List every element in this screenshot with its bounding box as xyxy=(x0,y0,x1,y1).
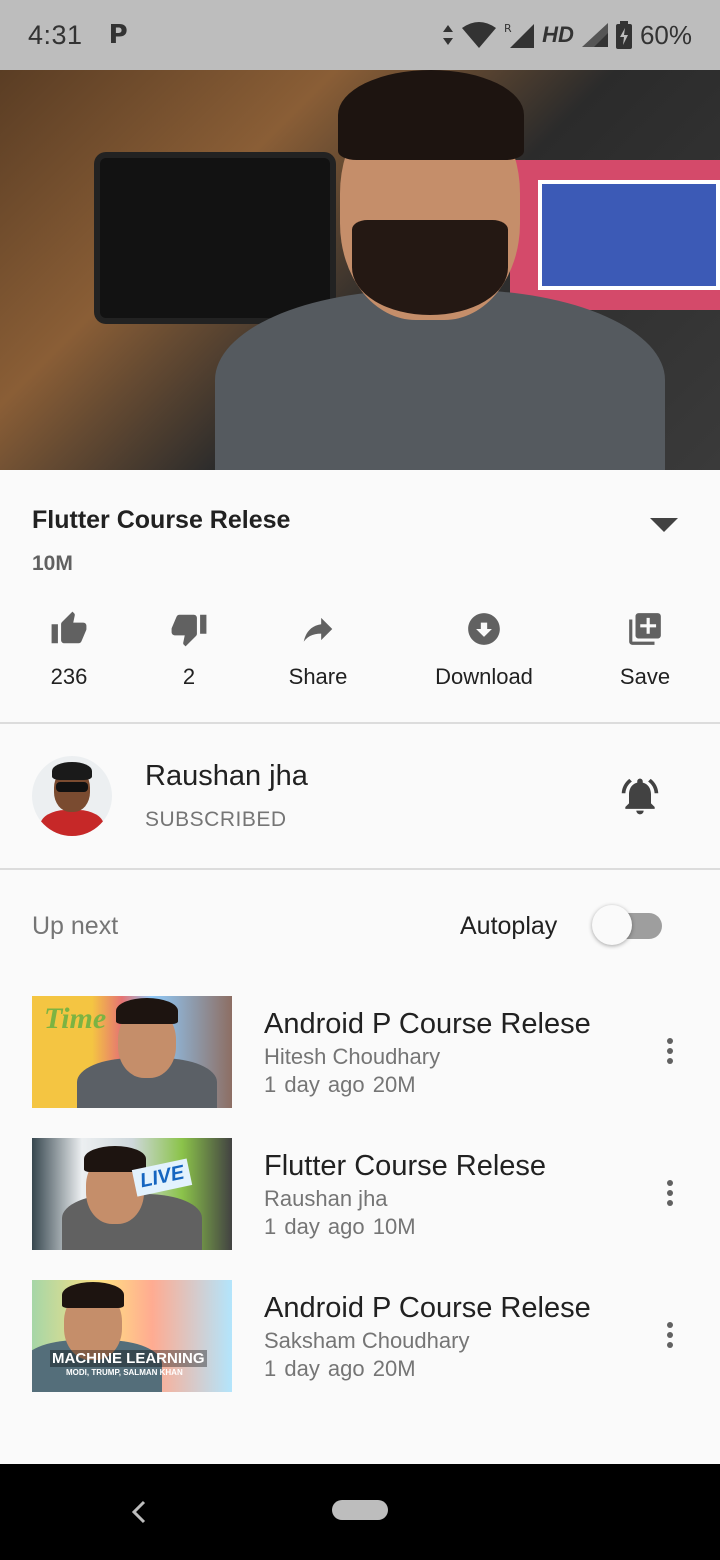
video-info: Flutter Course Relese 10M 236 2 Share Do… xyxy=(0,470,720,722)
download-icon xyxy=(468,613,500,645)
list-item[interactable]: Time Android P Course Relese Hitesh Chou… xyxy=(0,996,720,1108)
download-label: Download xyxy=(435,664,533,689)
dislike-count: 2 xyxy=(182,664,196,689)
thumb-up-icon xyxy=(51,611,87,644)
share-button[interactable]: Share xyxy=(278,610,358,690)
more-options-button[interactable] xyxy=(660,1322,680,1352)
thumbnail-subcaption: MODI, TRUMP, SALMAN KHAN xyxy=(66,1368,183,1377)
battery-charging-icon xyxy=(615,21,632,49)
save-button[interactable]: Save xyxy=(610,610,680,690)
thumb-down-icon xyxy=(171,614,207,647)
thumbnail-caption: Time xyxy=(44,1002,107,1035)
video-frame-monitor xyxy=(100,158,330,318)
video-thumbnail[interactable]: MACHINE LEARNING MODI, TRUMP, SALMAN KHA… xyxy=(32,1280,232,1392)
notification-icon: P xyxy=(108,20,128,50)
svg-text:R: R xyxy=(504,22,512,35)
home-button[interactable] xyxy=(332,1500,388,1520)
video-thumbnail[interactable]: LIVE xyxy=(32,1138,232,1250)
share-label: Share xyxy=(288,664,348,689)
wifi-icon xyxy=(462,22,497,48)
playlist-add-icon xyxy=(629,613,661,645)
video-frame-poster xyxy=(510,160,720,310)
system-nav-bar xyxy=(0,1464,720,1560)
back-icon[interactable] xyxy=(128,1498,152,1526)
video-meta: 1 day ago 20M xyxy=(264,1072,416,1097)
save-label: Save xyxy=(619,664,671,689)
status-indicators: R HD 60% xyxy=(442,20,692,51)
video-meta: 1 day ago 10M xyxy=(264,1214,416,1239)
autoplay-label: Autoplay xyxy=(460,912,558,940)
channel-row[interactable]: Raushan jha SUBSCRIBED xyxy=(0,724,720,868)
status-time: 4:31 xyxy=(28,19,83,50)
thumbnail-caption: MACHINE LEARNING xyxy=(50,1350,207,1367)
list-item[interactable]: MACHINE LEARNING MODI, TRUMP, SALMAN KHA… xyxy=(0,1280,720,1392)
video-title: Flutter Course Relese xyxy=(32,506,291,534)
video-thumbnail[interactable]: Time xyxy=(32,996,232,1108)
video-channel: Raushan jha xyxy=(264,1186,388,1211)
list-item[interactable]: LIVE Flutter Course Relese Raushan jha 1… xyxy=(0,1138,720,1250)
battery-level: 60% xyxy=(639,19,692,50)
video-frame-person-hair xyxy=(338,70,524,160)
more-options-button[interactable] xyxy=(660,1038,680,1068)
autoplay-toggle-knob xyxy=(592,905,632,945)
signal-roaming-icon: R xyxy=(504,22,535,48)
video-views: 10M xyxy=(32,552,73,575)
video-meta: 1 day ago 20M xyxy=(264,1356,416,1381)
download-button[interactable]: Download xyxy=(424,610,544,690)
video-channel: Hitesh Choudhary xyxy=(264,1044,441,1069)
more-options-button[interactable] xyxy=(660,1180,680,1210)
dislike-button[interactable]: 2 xyxy=(160,610,218,690)
expand-description-icon[interactable] xyxy=(648,514,680,534)
status-bar: 4:31 P R HD 60% xyxy=(0,0,720,70)
like-button[interactable]: 236 xyxy=(40,610,98,690)
network-type: HD xyxy=(542,22,574,47)
up-next-label: Up next xyxy=(32,912,119,940)
autoplay-toggle[interactable] xyxy=(592,905,662,945)
video-title[interactable]: Flutter Course Relese xyxy=(264,1150,546,1183)
video-actions: 236 2 Share Download Save xyxy=(0,610,720,700)
avatar[interactable] xyxy=(32,756,112,836)
bell-ringing-icon xyxy=(621,778,659,815)
video-title[interactable]: Android P Course Relese xyxy=(264,1292,591,1325)
data-arrows-icon xyxy=(443,25,454,45)
video-channel: Saksham Choudhary xyxy=(264,1328,470,1353)
signal-icon xyxy=(581,23,608,47)
share-icon xyxy=(303,617,333,642)
video-title[interactable]: Android P Course Relese xyxy=(264,1008,591,1041)
notification-bell-button[interactable] xyxy=(618,774,662,818)
subscription-status[interactable]: SUBSCRIBED xyxy=(145,808,287,832)
video-player[interactable] xyxy=(0,70,720,470)
like-count: 236 xyxy=(50,664,88,689)
channel-name[interactable]: Raushan jha xyxy=(145,760,308,793)
video-frame-person-beard xyxy=(352,220,508,315)
up-next-header: Up next Autoplay xyxy=(0,870,720,980)
